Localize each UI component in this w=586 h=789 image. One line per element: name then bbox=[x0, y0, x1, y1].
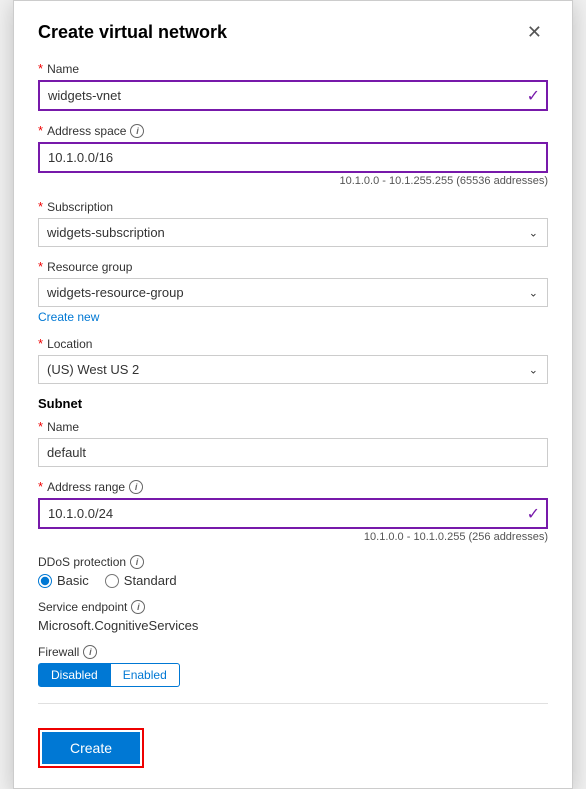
resource-group-select-wrapper: widgets-resource-group ⌄ bbox=[38, 278, 548, 307]
address-space-info-icon[interactable]: i bbox=[130, 124, 144, 138]
firewall-enabled-button[interactable]: Enabled bbox=[111, 663, 180, 687]
address-range-label-text: Address range bbox=[47, 480, 125, 494]
subscription-required-star: * bbox=[38, 199, 43, 214]
resource-group-required-star: * bbox=[38, 259, 43, 274]
address-range-check-icon: ✓ bbox=[527, 504, 540, 524]
subnet-name-input-wrapper bbox=[38, 438, 548, 467]
ddos-standard-option[interactable]: Standard bbox=[105, 573, 177, 588]
location-label: * Location bbox=[38, 336, 548, 351]
address-space-input[interactable] bbox=[38, 142, 548, 173]
location-required-star: * bbox=[38, 336, 43, 351]
firewall-label-text: Firewall bbox=[38, 645, 79, 659]
subscription-label: * Subscription bbox=[38, 199, 548, 214]
name-check-icon: ✓ bbox=[527, 86, 540, 106]
subscription-field-group: * Subscription widgets-subscription ⌄ bbox=[38, 199, 548, 247]
name-input-wrapper: ✓ bbox=[38, 80, 548, 111]
ddos-info-icon[interactable]: i bbox=[130, 555, 144, 569]
address-range-input[interactable] bbox=[38, 498, 548, 529]
create-vnet-dialog: Create virtual network ✕ * Name ✓ * Addr… bbox=[13, 0, 573, 789]
location-field-group: * Location (US) West US 2 ⌄ bbox=[38, 336, 548, 384]
firewall-disabled-button[interactable]: Disabled bbox=[38, 663, 111, 687]
location-label-text: Location bbox=[47, 337, 92, 351]
subnet-name-field-group: * Name bbox=[38, 419, 548, 467]
ddos-radio-group: Basic Standard bbox=[38, 573, 548, 588]
name-input[interactable] bbox=[38, 80, 548, 111]
create-button[interactable]: Create bbox=[42, 732, 140, 764]
ddos-field-group: DDoS protection i Basic Standard bbox=[38, 555, 548, 588]
service-endpoint-info-icon[interactable]: i bbox=[131, 600, 145, 614]
subscription-select[interactable]: widgets-subscription bbox=[38, 218, 548, 247]
subnet-section-label: Subnet bbox=[38, 396, 548, 411]
address-range-label: * Address range i bbox=[38, 479, 548, 494]
name-label: * Name bbox=[38, 61, 548, 76]
firewall-field-group: Firewall i Disabled Enabled bbox=[38, 645, 548, 687]
ddos-label: DDoS protection i bbox=[38, 555, 548, 569]
firewall-toggle-group: Disabled Enabled bbox=[38, 663, 548, 687]
service-endpoint-label: Service endpoint i bbox=[38, 600, 548, 614]
create-button-wrapper: Create bbox=[38, 728, 144, 768]
address-space-required-star: * bbox=[38, 123, 43, 138]
service-endpoint-label-text: Service endpoint bbox=[38, 600, 127, 614]
location-select-wrapper: (US) West US 2 ⌄ bbox=[38, 355, 548, 384]
firewall-info-icon[interactable]: i bbox=[83, 645, 97, 659]
subscription-select-wrapper: widgets-subscription ⌄ bbox=[38, 218, 548, 247]
resource-group-label: * Resource group bbox=[38, 259, 548, 274]
close-button[interactable]: ✕ bbox=[521, 21, 548, 43]
address-space-field-group: * Address space i 10.1.0.0 - 10.1.255.25… bbox=[38, 123, 548, 187]
divider bbox=[38, 703, 548, 704]
service-endpoint-value: Microsoft.CognitiveServices bbox=[38, 618, 548, 633]
address-range-required-star: * bbox=[38, 479, 43, 494]
resource-group-field-group: * Resource group widgets-resource-group … bbox=[38, 259, 548, 324]
subnet-section: Subnet * Name * Address range i ✓ 10.1.0… bbox=[38, 396, 548, 543]
ddos-basic-label: Basic bbox=[57, 573, 89, 588]
dialog-header: Create virtual network ✕ bbox=[38, 21, 548, 43]
address-range-input-wrapper: ✓ bbox=[38, 498, 548, 529]
dialog-title: Create virtual network bbox=[38, 22, 227, 43]
subscription-label-text: Subscription bbox=[47, 200, 113, 214]
subnet-name-label-text: Name bbox=[47, 420, 79, 434]
address-space-hint: 10.1.0.0 - 10.1.255.255 (65536 addresses… bbox=[38, 175, 548, 187]
subnet-name-required-star: * bbox=[38, 419, 43, 434]
create-new-link[interactable]: Create new bbox=[38, 310, 99, 324]
name-field-group: * Name ✓ bbox=[38, 61, 548, 111]
ddos-standard-radio[interactable] bbox=[105, 574, 119, 588]
address-space-label-text: Address space bbox=[47, 124, 126, 138]
address-range-info-icon[interactable]: i bbox=[129, 480, 143, 494]
ddos-label-text: DDoS protection bbox=[38, 555, 126, 569]
ddos-basic-radio[interactable] bbox=[38, 574, 52, 588]
subnet-name-input[interactable] bbox=[38, 438, 548, 467]
ddos-basic-option[interactable]: Basic bbox=[38, 573, 89, 588]
resource-group-select[interactable]: widgets-resource-group bbox=[38, 278, 548, 307]
ddos-standard-label: Standard bbox=[124, 573, 177, 588]
service-endpoint-field-group: Service endpoint i Microsoft.CognitiveSe… bbox=[38, 600, 548, 633]
address-range-hint: 10.1.0.0 - 10.1.0.255 (256 addresses) bbox=[38, 531, 548, 543]
address-space-label: * Address space i bbox=[38, 123, 548, 138]
address-range-field-group: * Address range i ✓ 10.1.0.0 - 10.1.0.25… bbox=[38, 479, 548, 543]
address-space-input-wrapper bbox=[38, 142, 548, 173]
location-select[interactable]: (US) West US 2 bbox=[38, 355, 548, 384]
resource-group-label-text: Resource group bbox=[47, 260, 132, 274]
firewall-label: Firewall i bbox=[38, 645, 548, 659]
subnet-name-label: * Name bbox=[38, 419, 548, 434]
name-required-star: * bbox=[38, 61, 43, 76]
name-label-text: Name bbox=[47, 62, 79, 76]
